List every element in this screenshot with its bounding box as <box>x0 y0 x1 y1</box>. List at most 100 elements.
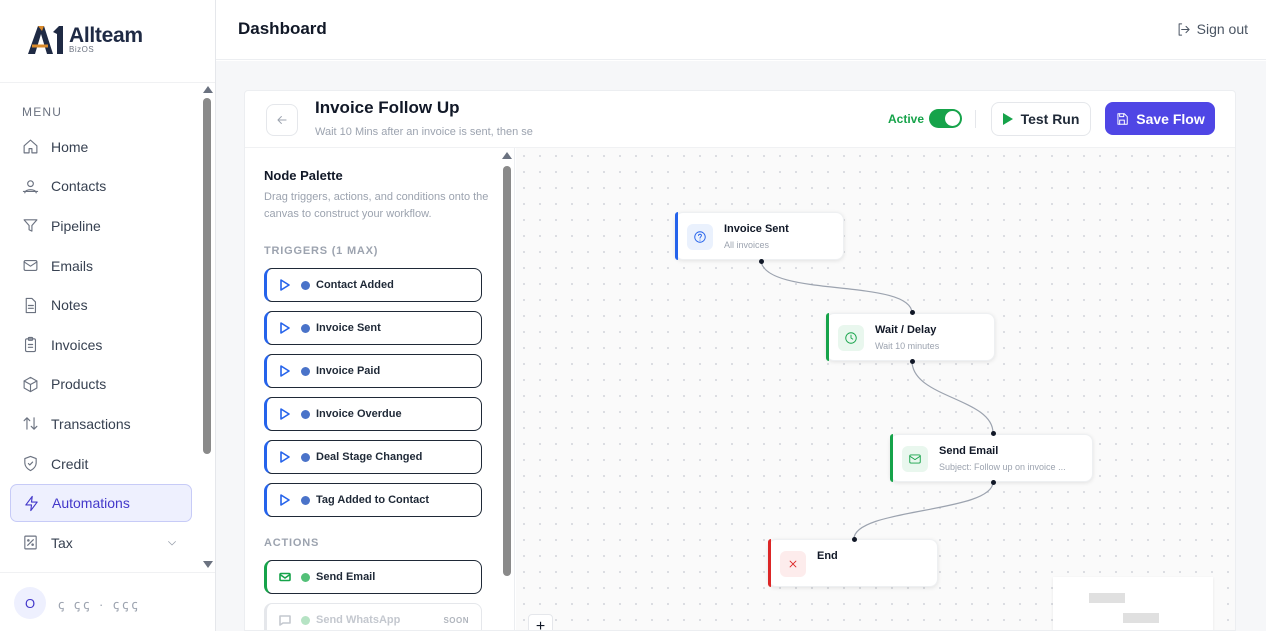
sidebar-item-label: Contacts <box>51 178 107 195</box>
sign-out-icon <box>1178 22 1190 36</box>
save-flow-label: Save Flow <box>1136 110 1205 127</box>
chevron-down-icon[interactable] <box>166 536 178 548</box>
node-accent <box>675 212 678 260</box>
trigger-dot-icon <box>301 366 310 376</box>
toggle-knob <box>945 111 960 126</box>
node-handle-in[interactable] <box>852 537 857 542</box>
minimap[interactable] <box>1053 577 1213 630</box>
palette-item-label: Deal Stage Changed <box>316 451 423 463</box>
node-title: End <box>817 550 838 562</box>
node-palette: Node Palette Drag triggers, actions, and… <box>245 148 515 630</box>
mail-icon <box>279 571 291 583</box>
palette-action-send-whatsapp: Send WhatsApp SOON <box>264 603 482 630</box>
palette-trigger-deal-stage-changed[interactable]: Deal Stage Changed <box>264 440 482 474</box>
mail-icon <box>902 446 928 472</box>
home-icon <box>23 139 38 154</box>
palette-trigger-tag-added[interactable]: Tag Added to Contact <box>264 483 482 517</box>
trigger-dot-icon <box>301 409 310 419</box>
scroll-up-arrow-icon[interactable] <box>203 86 213 93</box>
node-accent <box>768 539 771 587</box>
minimap-node <box>1123 613 1159 623</box>
edge-invoice-wait <box>760 260 913 314</box>
sidebar-nav: Home Contacts Pipeline Emails Notes Invo… <box>10 128 192 564</box>
palette-trigger-contact-added[interactable]: Contact Added <box>264 268 482 302</box>
question-icon <box>687 224 713 250</box>
sidebar-item-pipeline[interactable]: Pipeline <box>10 207 192 245</box>
palette-trigger-invoice-paid[interactable]: Invoice Paid <box>264 354 482 388</box>
trigger-dot-icon <box>301 280 310 290</box>
active-label: Active <box>888 112 925 126</box>
sidebar-item-home[interactable]: Home <box>10 128 192 166</box>
user-profile[interactable]: O ꞔ ꞔꞔ · ꞔꞔꞔ <box>0 572 215 631</box>
node-handle-in[interactable] <box>910 310 915 315</box>
test-run-label: Test Run <box>1020 111 1080 127</box>
sidebar-item-transactions[interactable]: Transactions <box>10 405 192 443</box>
receipt-icon <box>24 535 37 550</box>
triggers-heading: TRIGGERS (1 MAX) <box>264 245 379 257</box>
action-dot-icon <box>301 572 310 582</box>
scroll-thumb[interactable] <box>503 166 511 576</box>
test-run-button[interactable]: Test Run <box>991 102 1091 136</box>
palette-trigger-invoice-overdue[interactable]: Invoice Overdue <box>264 397 482 431</box>
palette-description: Drag triggers, actions, and conditions o… <box>264 191 489 220</box>
palette-scrollbar[interactable] <box>501 148 513 630</box>
palette-item-label: Send Email <box>316 571 376 583</box>
action-dot-icon <box>301 615 310 625</box>
node-title: Invoice Sent <box>724 223 789 235</box>
back-button[interactable] <box>266 104 298 136</box>
box-icon <box>23 376 38 393</box>
clipboard-icon <box>24 337 37 353</box>
avatar[interactable]: O <box>14 587 46 619</box>
sidebar-item-label: Home <box>51 138 89 155</box>
play-outline-icon <box>279 322 291 334</box>
palette-trigger-invoice-sent[interactable]: Invoice Sent <box>264 311 482 345</box>
palette-item-label: Invoice Sent <box>316 322 381 334</box>
node-handle-in[interactable] <box>991 431 996 436</box>
palette-action-send-email[interactable]: Send Email <box>264 560 482 594</box>
logo-mark-icon <box>26 22 66 56</box>
sidebar-item-contacts[interactable]: Contacts <box>10 168 192 206</box>
flow-editor: Invoice Follow Up Wait 10 Mins after an … <box>244 90 1236 631</box>
scroll-down-arrow-icon[interactable] <box>203 561 213 568</box>
divider <box>975 110 976 128</box>
sidebar-item-invoices[interactable]: Invoices <box>10 326 192 364</box>
sidebar-item-notes[interactable]: Notes <box>10 286 192 324</box>
play-outline-icon <box>279 365 291 377</box>
sign-out-label: Sign out <box>1196 21 1248 37</box>
node-title: Wait / Delay <box>875 324 937 336</box>
filter-icon <box>23 219 38 233</box>
sidebar-item-emails[interactable]: Emails <box>10 247 192 285</box>
node-wait-delay[interactable]: Wait / Delay Wait 10 minutes <box>826 313 995 361</box>
sidebar-item-automations[interactable]: Automations <box>10 484 192 522</box>
node-handle-out[interactable] <box>991 480 996 485</box>
node-handle-out[interactable] <box>910 359 915 364</box>
sidebar-scrollbar[interactable] <box>201 84 213 570</box>
node-invoice-sent[interactable]: Invoice Sent All invoices <box>675 212 844 260</box>
node-accent <box>890 434 893 482</box>
play-outline-icon <box>279 408 291 420</box>
sidebar-item-products[interactable]: Products <box>10 366 192 404</box>
node-handle-out[interactable] <box>759 259 764 264</box>
trigger-dot-icon <box>301 452 310 462</box>
palette-item-label: Tag Added to Contact <box>316 494 430 506</box>
topbar: Dashboard Sign out <box>216 0 1266 60</box>
sidebar-item-tax[interactable]: Tax <box>10 524 192 562</box>
zoom-in-button[interactable]: + <box>528 614 553 630</box>
flow-title[interactable]: Invoice Follow Up <box>315 98 460 118</box>
flow-header: Invoice Follow Up Wait 10 Mins after an … <box>245 91 1235 148</box>
flow-description[interactable]: Wait 10 Mins after an invoice is sent, t… <box>315 126 541 138</box>
palette-item-label: Invoice Overdue <box>316 408 402 420</box>
play-icon <box>1002 113 1013 125</box>
node-send-email[interactable]: Send Email Subject: Follow up on invoice… <box>890 434 1093 482</box>
scroll-up-arrow-icon[interactable] <box>502 152 512 159</box>
node-end[interactable]: End <box>768 539 938 587</box>
sign-out-button[interactable]: Sign out <box>1176 21 1248 37</box>
sidebar-item-credit[interactable]: Credit <box>10 445 192 483</box>
sidebar-item-label: Pipeline <box>51 217 101 234</box>
save-flow-button[interactable]: Save Flow <box>1105 102 1215 135</box>
scroll-thumb[interactable] <box>203 98 211 454</box>
active-toggle[interactable] <box>929 109 962 128</box>
brand-logo[interactable]: Allteam BizOS <box>26 22 143 62</box>
clock-icon <box>838 325 864 351</box>
flow-canvas[interactable]: Invoice Sent All invoices Wait / Delay W… <box>516 148 1235 630</box>
